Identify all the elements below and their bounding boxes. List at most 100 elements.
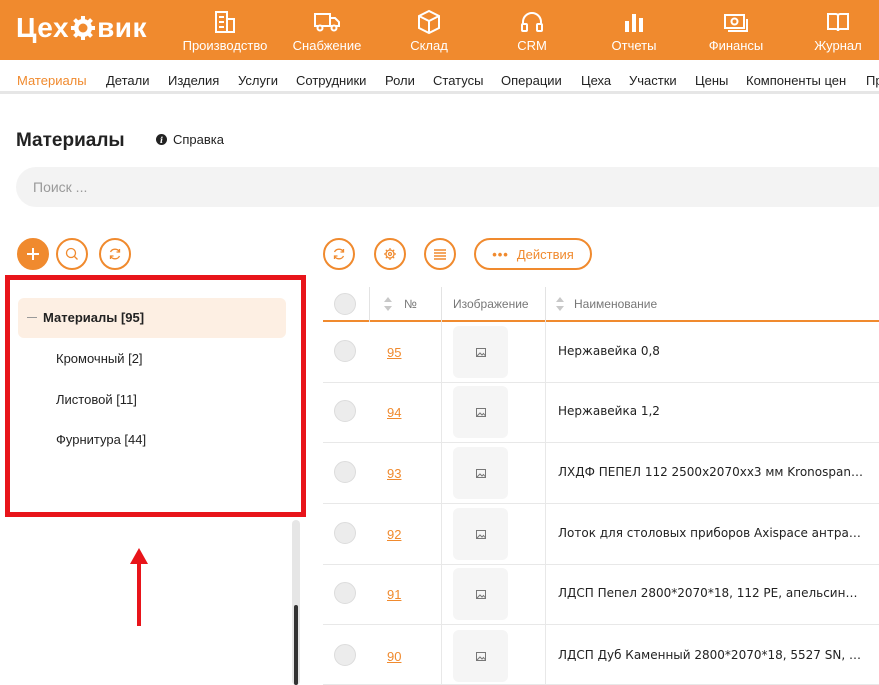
collapse-icon[interactable]: [27, 317, 37, 318]
row-number-link[interactable]: 93: [387, 466, 401, 481]
help-link[interactable]: i Справка: [156, 132, 224, 147]
row-name: Лоток для столовых приборов Axispace ант…: [558, 526, 863, 540]
book-icon: [826, 8, 850, 36]
table-columns-button[interactable]: [424, 238, 456, 270]
subnav-item-employees[interactable]: Сотрудники: [296, 73, 366, 88]
tree-item-hardware[interactable]: Фурнитура [44]: [56, 432, 146, 447]
scrollbar-thumb[interactable]: [294, 605, 298, 685]
sort-icon[interactable]: [555, 295, 565, 313]
subnav-item-materials[interactable]: Материалы: [17, 73, 87, 88]
image-placeholder-icon: [453, 630, 508, 682]
refresh-icon: [333, 248, 345, 260]
row-name: Нержавейка 0,8: [558, 344, 660, 358]
image-placeholder-icon: [453, 508, 508, 560]
building-icon: [214, 8, 236, 36]
logo-text-left: Цех: [16, 12, 70, 43]
topnav-journal[interactable]: Журнал: [811, 0, 865, 60]
row-name: ЛХДФ ПЕПЕЛ 112 2500х2070хх3 мм Kronospan…: [558, 465, 863, 479]
top-bar: Цех вик Производство Снабжение Склад CRM…: [0, 0, 879, 60]
row-number-link[interactable]: 94: [387, 405, 401, 420]
header-image: Изображение: [453, 297, 529, 311]
table-header: № Изображение Наименование: [323, 287, 879, 322]
row-select-checkbox[interactable]: [334, 400, 356, 422]
table-row[interactable]: 92 Лоток для столовых приборов Axispace …: [323, 504, 879, 565]
row-number-link[interactable]: 90: [387, 649, 401, 664]
topnav-label: Производство: [182, 38, 268, 53]
search-icon: [65, 247, 78, 260]
help-label: Справка: [173, 132, 224, 147]
table-row[interactable]: 91 ЛДСП Пепел 2800*2070*18, 112 PE, апел…: [323, 564, 879, 625]
tree-search-button[interactable]: [56, 238, 88, 270]
search-bar: [16, 167, 879, 207]
sort-icon[interactable]: [383, 295, 393, 313]
subnav-item-statuses[interactable]: Статусы: [433, 73, 483, 88]
topnav-finance[interactable]: Финансы: [703, 0, 769, 60]
subnav-item-roles[interactable]: Роли: [385, 73, 415, 88]
row-number-link[interactable]: 92: [387, 527, 401, 542]
topnav-label: Отчеты: [611, 38, 657, 53]
row-select-checkbox[interactable]: [334, 522, 356, 544]
subnav-item-sections[interactable]: Участки: [629, 73, 677, 88]
row-name: ЛДСП Пепел 2800*2070*18, 112 PE, апельси…: [558, 586, 863, 600]
row-select-checkbox[interactable]: [334, 644, 356, 666]
topnav-supply[interactable]: Снабжение: [291, 0, 363, 60]
table-row[interactable]: 93 ЛХДФ ПЕПЕЛ 112 2500х2070хх3 мм Kronos…: [323, 443, 879, 504]
tree-scrollbar[interactable]: [292, 520, 300, 685]
image-placeholder-icon: [453, 568, 508, 620]
topnav-warehouse[interactable]: Склад: [404, 0, 454, 60]
subnav-item-services[interactable]: Услуги: [238, 73, 278, 88]
subnav-item-operations[interactable]: Операции: [501, 73, 562, 88]
gear-icon: [384, 248, 396, 260]
image-placeholder-icon: [453, 326, 508, 378]
table-settings-button[interactable]: [374, 238, 406, 270]
image-placeholder-icon: [453, 447, 508, 499]
subnav-item-details[interactable]: Детали: [106, 73, 150, 88]
tree-root-label: Материалы [95]: [43, 310, 145, 325]
info-icon: i: [156, 134, 167, 145]
list-icon: [434, 249, 446, 260]
topnav-reports[interactable]: Отчеты: [608, 0, 660, 60]
bar-chart-icon: [623, 8, 645, 36]
truck-icon: [314, 8, 340, 36]
box-icon: [417, 8, 441, 36]
image-placeholder-icon: [453, 386, 508, 438]
headset-icon: [520, 8, 544, 36]
search-input[interactable]: [33, 179, 879, 195]
table-row[interactable]: 90 ЛДСП Дуб Каменный 2800*2070*18, 5527 …: [323, 624, 879, 685]
topnav-production[interactable]: Производство: [181, 0, 269, 60]
subnav-item-price-components[interactable]: Компоненты цен: [746, 73, 846, 88]
tree-item-sheet[interactable]: Листовой [11]: [56, 392, 137, 407]
topnav-label: Финансы: [708, 38, 764, 53]
topnav-label: Журнал: [814, 38, 862, 53]
select-all-checkbox[interactable]: [334, 293, 356, 315]
topnav-crm[interactable]: CRM: [512, 0, 552, 60]
row-name: Нержавейка 1,2: [558, 404, 660, 418]
subnav-item-prices[interactable]: Цены: [695, 73, 728, 88]
header-number[interactable]: №: [404, 297, 417, 311]
row-number-link[interactable]: 91: [387, 587, 401, 602]
row-select-checkbox[interactable]: [334, 461, 356, 483]
topnav-label: Склад: [410, 38, 448, 53]
subnav-item-workshops[interactable]: Цеха: [581, 73, 611, 88]
logo[interactable]: Цех вик: [16, 10, 147, 46]
table-row[interactable]: 95 Нержавейка 0,8: [323, 322, 879, 383]
header-name[interactable]: Наименование: [574, 297, 657, 311]
tree-item-edge[interactable]: Кромочный [2]: [56, 351, 143, 366]
row-select-checkbox[interactable]: [334, 582, 356, 604]
row-number-link[interactable]: 95: [387, 345, 401, 360]
subnav-item-more[interactable]: Пр: [866, 73, 879, 88]
table-refresh-button[interactable]: [323, 238, 355, 270]
row-name: ЛДСП Дуб Каменный 2800*2070*18, 5527 SN,…: [558, 648, 863, 662]
add-button[interactable]: [17, 238, 49, 270]
row-select-checkbox[interactable]: [334, 340, 356, 362]
money-icon: [723, 8, 749, 36]
topnav-label: CRM: [517, 38, 547, 53]
logo-text-right: вик: [97, 12, 148, 43]
tree-root-item[interactable]: Материалы [95]: [18, 298, 286, 338]
table-row[interactable]: 94 Нержавейка 1,2: [323, 382, 879, 443]
plus-icon: [27, 248, 39, 260]
subnav-item-products[interactable]: Изделия: [168, 73, 219, 88]
tree-refresh-button[interactable]: [99, 238, 131, 270]
logo-gear-icon: [70, 15, 96, 41]
actions-button[interactable]: ••• Действия: [474, 238, 592, 270]
